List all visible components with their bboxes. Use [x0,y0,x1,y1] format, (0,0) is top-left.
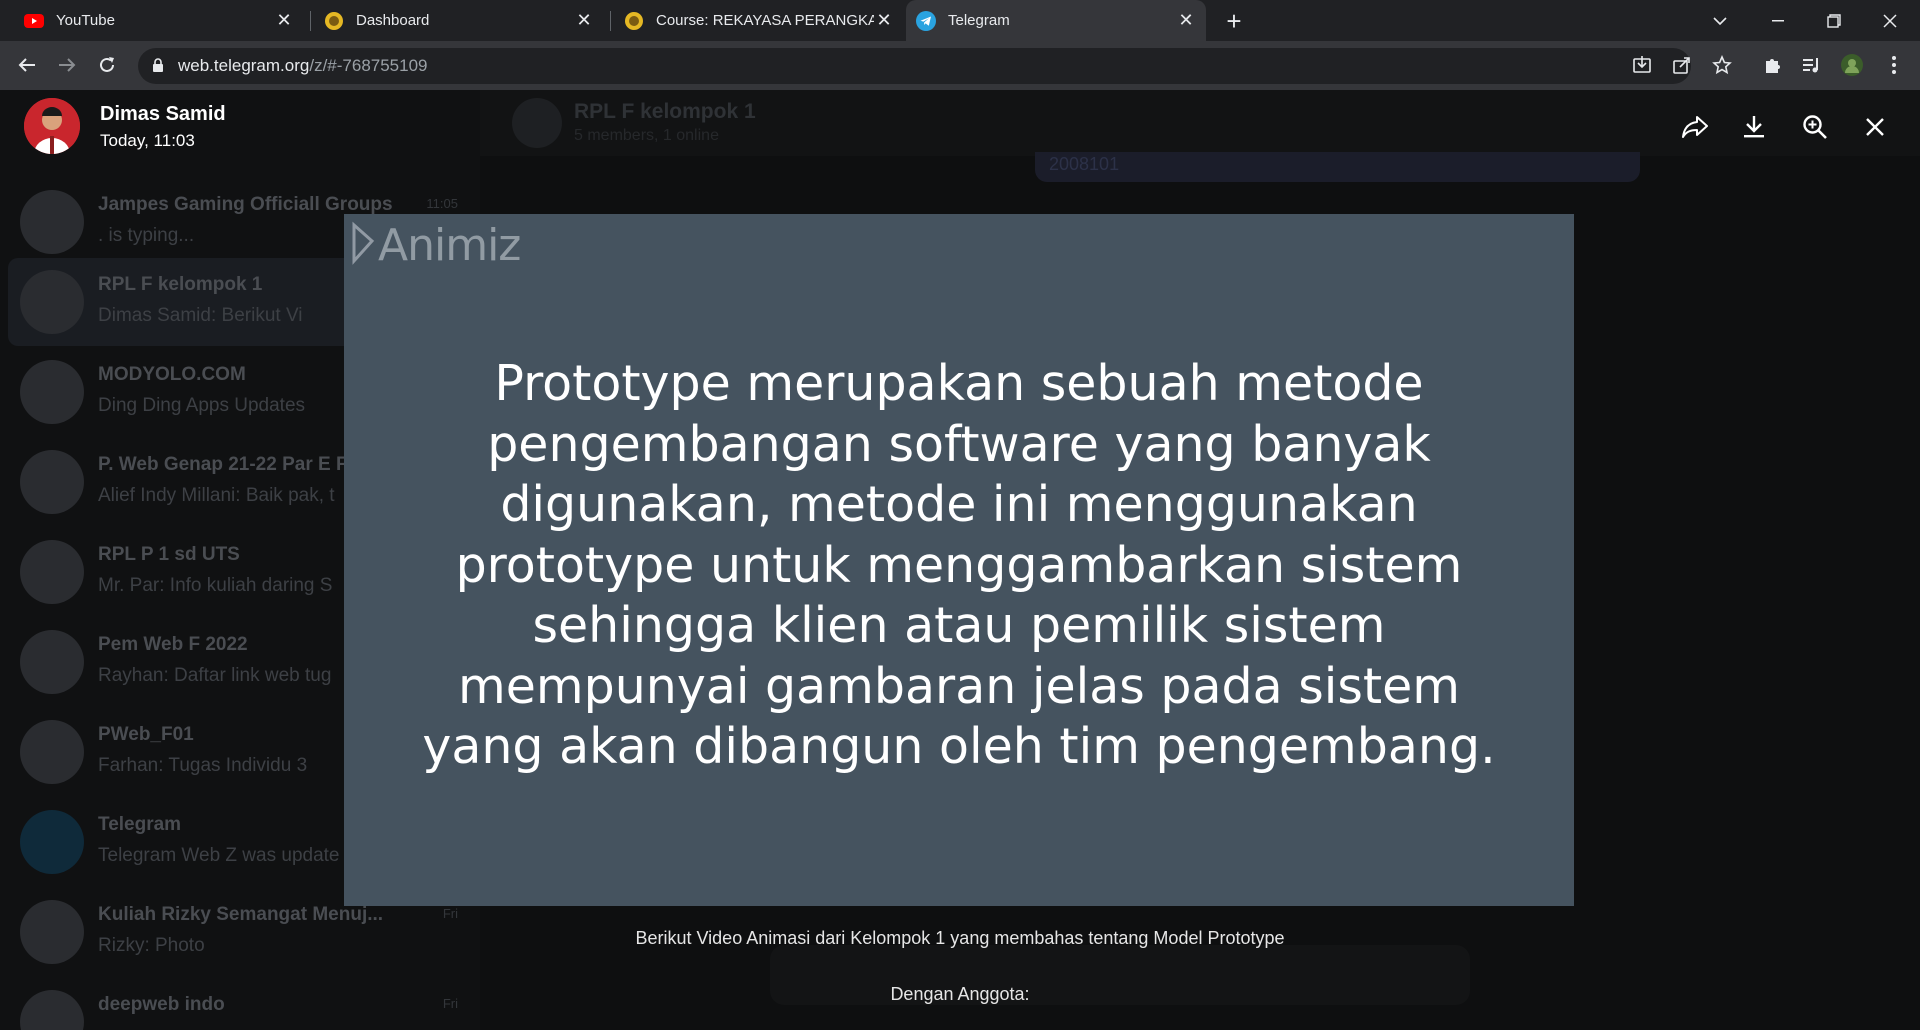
animiz-play-icon [350,221,376,270]
avatar[interactable] [24,98,80,154]
chat-avatar [20,810,84,874]
chat-name: Telegram [98,814,182,835]
sender-name: Dimas Samid [100,103,226,125]
media-viewer-header: Dimas Samid Today, 11:03 [0,90,1920,160]
close-icon[interactable] [1858,110,1892,144]
chat-avatar [20,720,84,784]
url-host: web.telegram.org [178,56,310,75]
tab-telegram[interactable]: Telegram ✕ [906,0,1206,41]
video-player[interactable]: Animiz Prototype merupakan sebuah metode… [344,214,1574,906]
close-tab-icon[interactable]: ✕ [274,10,294,31]
video-slide-text: Prototype merupakan sebuah metode pengem… [422,355,1496,775]
close-tab-icon[interactable]: ✕ [574,10,594,31]
media-control-icon[interactable] [1798,51,1826,79]
download-icon[interactable] [1737,110,1771,144]
chat-name: Kuliah Rizky Semangat Menuj... [98,904,384,925]
chat-avatar [20,450,84,514]
profile-avatar[interactable] [1838,51,1866,79]
university-logo-icon [624,11,644,31]
tab-search-icon[interactable] [1692,0,1748,41]
reload-icon[interactable] [92,50,122,80]
bookmark-star-icon[interactable] [1708,51,1736,79]
media-caption-line: Dengan Anggota: [890,984,1030,1004]
chat-avatar [20,270,84,334]
tab-course[interactable]: Course: REKAYASA PERANGKAT LUNAK ✕ [614,0,904,41]
chat-avatar [20,630,84,694]
video-watermark: Animiz [350,220,521,271]
chat-preview: Alief Indy Millani: Baik pak, t [98,485,335,506]
chat-name: P. Web Genap 21-22 Par E F [98,454,348,475]
chat-time: Fri [442,906,458,921]
university-logo-icon [324,11,344,31]
chat-preview: Mr. Par: Info kuliah daring S [98,575,333,596]
chat-name: PWeb_F01 [98,724,194,745]
chat-preview: Telegram Web Z was update [98,845,340,866]
extensions-puzzle-icon[interactable] [1758,51,1786,79]
chat-name: RPL F kelompok 1 [98,274,263,295]
tab-title: Dashboard [356,12,430,29]
address-bar[interactable]: web.telegram.org/z/#-768755109 [138,48,1691,84]
tab-divider [610,11,611,31]
media-caption-line: Berikut Video Animasi dari Kelompok 1 ya… [635,928,1285,948]
close-window-button[interactable] [1862,0,1918,41]
chat-name: Jampes Gaming Officiall Groups [98,194,393,215]
back-arrow-icon[interactable] [12,50,42,80]
chat-avatar [20,190,84,254]
chat-preview: . is typing... [98,225,195,246]
tab-youtube[interactable]: YouTube ✕ [14,0,304,41]
watermark-text: Animiz [378,220,521,271]
tab-dashboard[interactable]: Dashboard ✕ [314,0,604,41]
browser-tab-strip: YouTube ✕ Dashboard ✕ Course: REKAYASA P… [0,0,1920,41]
youtube-icon [24,11,44,31]
chat-time: 11:05 [426,196,458,211]
tab-title: YouTube [56,12,115,29]
share-icon[interactable] [1668,51,1696,79]
telegram-icon [916,10,936,31]
close-tab-icon[interactable]: ✕ [874,10,894,31]
browser-toolbar: web.telegram.org/z/#-768755109 [0,41,1920,90]
lock-icon [152,58,164,78]
browser-menu-icon[interactable] [1880,51,1908,79]
tab-title: Course: REKAYASA PERANGKAT LUNAK [656,12,874,29]
close-tab-icon[interactable]: ✕ [1176,10,1196,31]
zoom-in-icon[interactable] [1798,110,1832,144]
forward-icon[interactable] [1678,110,1712,144]
minimize-button[interactable] [1750,0,1806,41]
url-text: web.telegram.org/z/#-768755109 [178,56,428,76]
chat-preview: Dimas Samid: Berikut Vi [98,305,303,326]
url-path: /z/#-768755109 [309,56,428,75]
chat-preview: Rayhan: Daftar link web tug [98,665,332,686]
chat-name: RPL P 1 sd UTS [98,544,240,565]
install-app-icon[interactable] [1628,51,1656,79]
new-tab-button[interactable]: + [1220,7,1248,35]
tab-title: Telegram [948,12,1010,29]
chat-avatar [20,360,84,424]
tab-divider [310,11,311,31]
chat-name: MODYOLO.COM [98,364,246,385]
chat-preview: Farhan: Tugas Individu 3 [98,755,308,776]
chat-preview: Ding Ding Apps Updates [98,395,306,416]
forward-arrow-icon[interactable] [52,50,82,80]
chat-avatar [20,540,84,604]
sender-timestamp: Today, 11:03 [100,131,195,150]
chat-name: Pem Web F 2022 [98,634,248,655]
restore-button[interactable] [1806,0,1862,41]
